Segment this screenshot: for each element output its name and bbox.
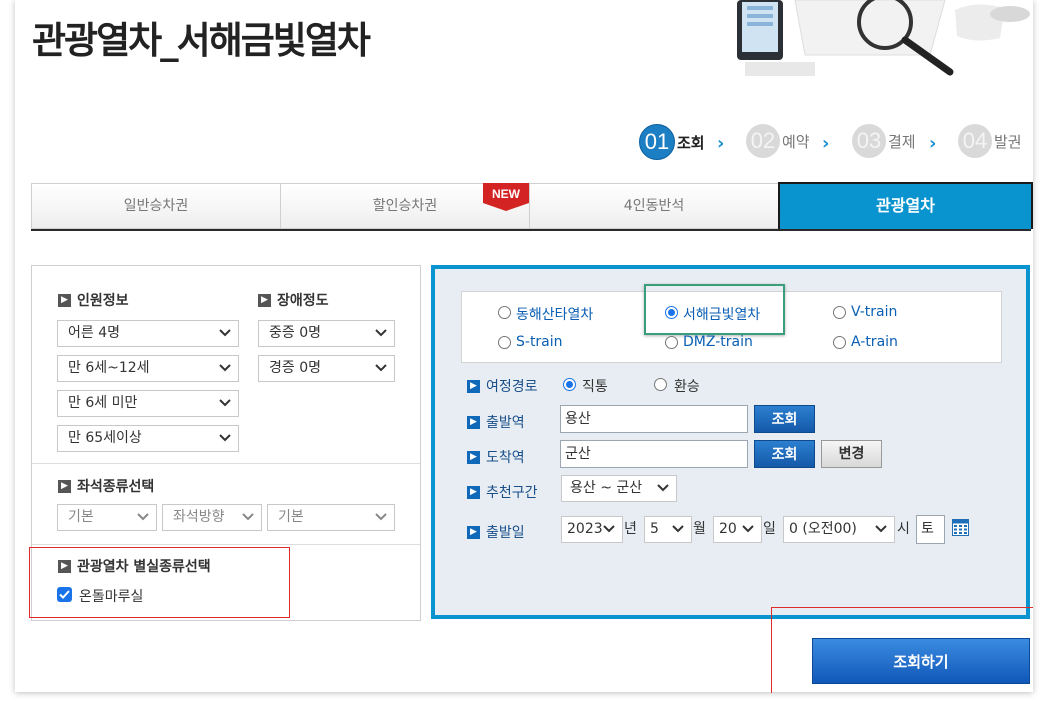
ticket-tabs: 일반승차권 할인승차권 4인동반석 관광열차 bbox=[31, 182, 1033, 231]
month-unit: 월 bbox=[693, 521, 706, 537]
swap-station-button[interactable]: 변경 bbox=[821, 440, 882, 468]
tab-four-seat[interactable]: 4인동반석 bbox=[529, 183, 779, 229]
route-direct-label: 직통 bbox=[582, 379, 608, 395]
train-label-vtrain: V-train bbox=[851, 304, 898, 320]
arrow-bullet-icon: ▶ bbox=[467, 525, 480, 539]
svg-text:NEW: NEW bbox=[492, 187, 521, 201]
divider bbox=[32, 544, 420, 545]
senior-count-select[interactable]: 만 65세이상 bbox=[57, 425, 239, 452]
recommended-label: ▶ 추천구간 bbox=[467, 482, 538, 502]
step-4: 04 발권 bbox=[958, 124, 1022, 158]
step-number: 03 bbox=[852, 124, 886, 158]
chevron-right-icon: › bbox=[822, 133, 830, 154]
arrival-input[interactable]: 군산 bbox=[560, 440, 748, 468]
day-select[interactable]: 20 bbox=[713, 516, 762, 543]
date-label: ▶ 출발일 bbox=[467, 522, 525, 542]
step-3: 03 결제 bbox=[852, 124, 916, 158]
chevron-right-icon: › bbox=[929, 133, 937, 154]
chevron-down-icon bbox=[375, 513, 387, 521]
train-label-seohae: 서해금빛열차 bbox=[683, 307, 761, 323]
step-label: 발권 bbox=[994, 132, 1022, 151]
chevron-down-icon bbox=[219, 329, 231, 337]
train-radio-donghae[interactable] bbox=[498, 306, 511, 319]
step-label: 예약 bbox=[782, 132, 810, 151]
train-label-atrain: A-train bbox=[851, 334, 898, 350]
chevron-right-icon: › bbox=[717, 133, 725, 154]
tab-general-ticket[interactable]: 일반승차권 bbox=[31, 183, 281, 229]
calendar-icon[interactable] bbox=[952, 519, 969, 536]
child-count-select[interactable]: 만 6세~12세 bbox=[57, 355, 239, 382]
chevron-down-icon bbox=[657, 484, 669, 492]
seat-direction-select[interactable]: 좌석방향 bbox=[162, 504, 262, 531]
chevron-down-icon bbox=[602, 522, 616, 536]
header-illustration bbox=[737, 0, 1030, 76]
chevron-down-icon bbox=[672, 525, 684, 533]
route-transfer-label: 환승 bbox=[674, 379, 700, 395]
arrival-label: ▶ 도착역 bbox=[467, 447, 525, 467]
train-radio-dmz[interactable] bbox=[665, 336, 678, 349]
hour-select[interactable]: 0 (오전00) bbox=[783, 516, 895, 543]
annotation-box bbox=[29, 547, 290, 618]
route-direct-radio[interactable] bbox=[563, 378, 576, 391]
arrow-bullet-icon: ▶ bbox=[467, 379, 480, 393]
arrow-bullet-icon: ▶ bbox=[467, 450, 480, 464]
route-transfer-radio[interactable] bbox=[654, 378, 667, 391]
mild-disability-select[interactable]: 경증 0명 bbox=[258, 355, 395, 382]
step-number: 02 bbox=[746, 124, 780, 158]
step-2: 02 예약 bbox=[746, 124, 810, 158]
train-radio-atrain[interactable] bbox=[833, 336, 846, 349]
train-radio-strain[interactable] bbox=[498, 336, 511, 349]
chevron-down-icon bbox=[219, 434, 231, 442]
arrow-bullet-icon: ▶ bbox=[258, 293, 271, 307]
arrow-bullet-icon: ▶ bbox=[467, 415, 480, 429]
adult-count-select[interactable]: 어른 4명 bbox=[57, 320, 239, 347]
arrow-bullet-icon: ▶ bbox=[58, 479, 71, 493]
step-label: 조회 bbox=[677, 133, 705, 152]
step-number: 01 bbox=[639, 124, 675, 160]
page-title: 관광열차_서해금빛열차 bbox=[32, 19, 371, 62]
train-label-donghae: 동해산타열차 bbox=[516, 307, 594, 323]
tab-tourist-train[interactable]: 관광열차 bbox=[778, 182, 1033, 229]
train-label-strain: S-train bbox=[516, 334, 563, 350]
chevron-down-icon bbox=[242, 513, 254, 521]
seat-type-select[interactable]: 기본 bbox=[57, 504, 157, 531]
recommended-route-select[interactable]: 용산 ~ 군산 bbox=[561, 475, 677, 502]
new-badge: NEW bbox=[483, 183, 529, 211]
arrow-bullet-icon: ▶ bbox=[58, 293, 71, 307]
month-select[interactable]: 5 bbox=[644, 516, 692, 543]
step-number: 04 bbox=[958, 124, 992, 158]
departure-lookup-button[interactable]: 조회 bbox=[754, 405, 815, 433]
train-radio-seohae[interactable] bbox=[665, 306, 678, 319]
seat-heading: ▶ 좌석종류선택 bbox=[58, 476, 154, 496]
chevron-down-icon bbox=[375, 329, 387, 337]
route-label: ▶ 여정경로 bbox=[467, 376, 538, 396]
infant-count-select[interactable]: 만 6세 미만 bbox=[57, 390, 239, 417]
train-label-dmz: DMZ-train bbox=[683, 334, 753, 350]
day-unit: 일 bbox=[763, 521, 776, 537]
disability-heading: ▶ 장애정도 bbox=[258, 290, 329, 310]
departure-label: ▶ 출발역 bbox=[467, 412, 525, 432]
chevron-down-icon bbox=[219, 399, 231, 407]
chevron-down-icon bbox=[375, 364, 387, 372]
divider bbox=[32, 463, 420, 464]
weekday-display: 토 bbox=[916, 515, 945, 544]
hour-unit: 시 bbox=[897, 521, 910, 537]
step-1: 01 조회 bbox=[639, 124, 705, 160]
arrival-lookup-button[interactable]: 조회 bbox=[754, 440, 815, 468]
departure-input[interactable]: 용산 bbox=[560, 405, 748, 433]
seat-position-select[interactable]: 기본 bbox=[267, 504, 395, 531]
chevron-down-icon bbox=[219, 364, 231, 372]
chevron-down-icon bbox=[742, 525, 754, 533]
arrow-bullet-icon: ▶ bbox=[467, 485, 480, 499]
year-unit: 년 bbox=[624, 521, 637, 537]
chevron-down-icon bbox=[137, 513, 149, 521]
step-label: 결제 bbox=[888, 132, 916, 151]
search-button[interactable]: 조회하기 bbox=[812, 638, 1030, 684]
chevron-down-icon bbox=[875, 525, 887, 533]
train-radio-vtrain[interactable] bbox=[833, 306, 846, 319]
severe-disability-select[interactable]: 중증 0명 bbox=[258, 320, 395, 347]
people-heading: ▶ 인원정보 bbox=[58, 290, 129, 310]
year-select[interactable]: 2023 bbox=[561, 516, 623, 543]
